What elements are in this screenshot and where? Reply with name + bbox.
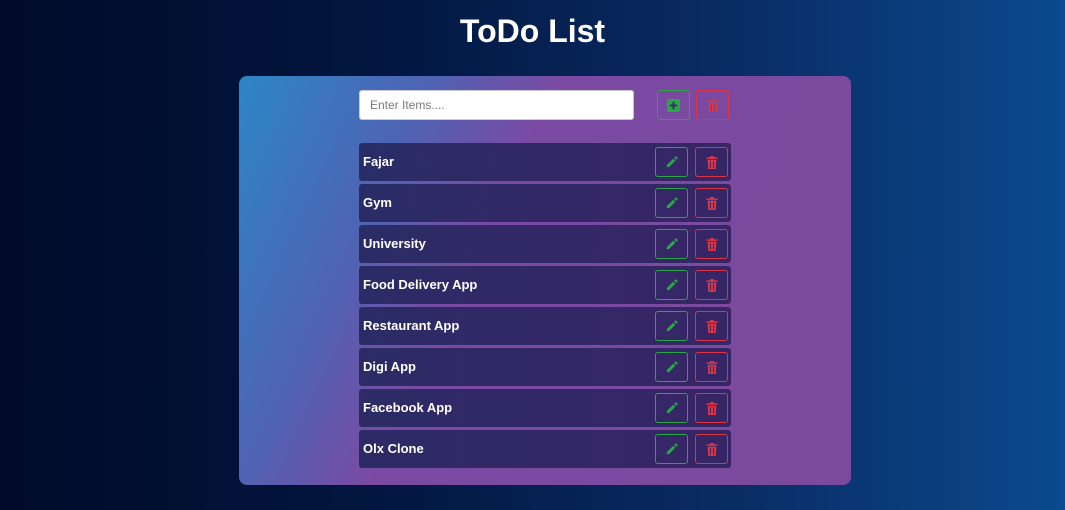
todo-item-label: Facebook App [363,400,453,415]
pencil-icon [666,402,678,414]
delete-item-button[interactable] [695,270,728,300]
todo-item-label: Food Delivery App [363,277,478,292]
trash-icon [705,360,718,374]
edit-item-button[interactable] [655,393,688,423]
delete-item-button[interactable] [695,393,728,423]
pencil-icon [666,156,678,168]
trash-icon [705,319,718,333]
todo-item: Digi App [359,348,731,386]
pencil-icon [666,361,678,373]
pencil-icon [666,197,678,209]
delete-item-button[interactable] [695,229,728,259]
todo-item: Facebook App [359,389,731,427]
trash-icon [705,237,718,251]
pencil-icon [666,320,678,332]
edit-item-button[interactable] [655,270,688,300]
delete-item-button[interactable] [695,147,728,177]
edit-item-button[interactable] [655,311,688,341]
todo-item: Food Delivery App [359,266,731,304]
add-item-button[interactable] [657,90,690,120]
trash-icon [705,196,718,210]
delete-item-button[interactable] [695,352,728,382]
todo-item-label: Olx Clone [363,441,424,456]
todo-item: Fajar [359,143,731,181]
edit-item-button[interactable] [655,352,688,382]
edit-item-button[interactable] [655,147,688,177]
pencil-icon [666,238,678,250]
todo-item: Gym [359,184,731,222]
todo-item-label: Restaurant App [363,318,460,333]
trash-icon [705,155,718,169]
trash-icon [705,401,718,415]
todo-item-label: Fajar [363,154,395,169]
delete-all-button[interactable] [696,90,729,120]
trash-icon [706,98,719,112]
input-row [359,90,731,120]
todo-item: Restaurant App [359,307,731,345]
plus-square-icon [667,98,680,112]
trash-icon [705,442,718,456]
todo-item-label: Gym [363,195,392,210]
todo-item: Olx Clone [359,430,731,468]
pencil-icon [666,279,678,291]
edit-item-button[interactable] [655,434,688,464]
page-title: ToDo List [459,13,606,49]
todo-item-label: University [363,236,426,251]
item-input[interactable] [359,90,634,120]
edit-item-button[interactable] [655,188,688,218]
pencil-icon [666,443,678,455]
todo-panel: Fajar Gym [239,76,851,485]
todo-item: University [359,225,731,263]
edit-item-button[interactable] [655,229,688,259]
delete-item-button[interactable] [695,188,728,218]
delete-item-button[interactable] [695,311,728,341]
trash-icon [705,278,718,292]
delete-item-button[interactable] [695,434,728,464]
todo-item-label: Digi App [363,359,416,374]
todo-list: Fajar Gym University Food Delivery App R… [359,143,731,471]
